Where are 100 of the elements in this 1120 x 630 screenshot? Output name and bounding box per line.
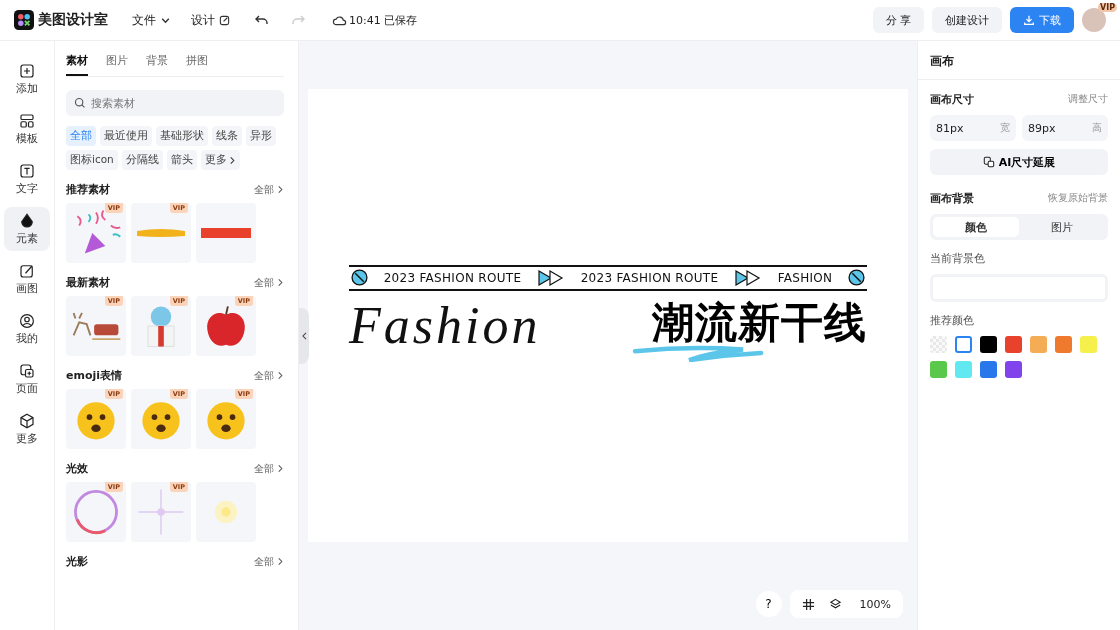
ribbon-text: 2023 FASHION ROUTE <box>580 270 719 285</box>
panel-title: 画布 <box>918 41 1120 80</box>
see-all-link[interactable]: 全部 <box>254 368 284 383</box>
sidebar-item[interactable]: 元素 <box>4 207 50 251</box>
ai-extend-button[interactable]: AI尺寸延展 <box>930 149 1108 175</box>
field-unit: 高 <box>1092 121 1102 135</box>
sidebar-item[interactable]: 添加 <box>4 57 50 101</box>
color-swatch[interactable] <box>980 361 997 378</box>
user-icon <box>18 312 36 330</box>
zoom-level[interactable]: 100% <box>859 597 891 611</box>
color-swatch[interactable] <box>1055 336 1072 353</box>
asset-thumbnail[interactable] <box>196 482 256 542</box>
search-field[interactable]: 搜索素材 <box>66 90 284 116</box>
vip-badge: VIP <box>1097 3 1117 12</box>
sidebar-label: 添加 <box>16 82 38 96</box>
section-title: 光效 <box>66 461 88 476</box>
height-field[interactable]: 89px 高 <box>1022 115 1108 141</box>
circle-slash-icon <box>848 269 865 287</box>
layers-icon[interactable] <box>828 597 842 611</box>
color-swatch[interactable] <box>980 336 997 353</box>
script-title: Fashion <box>349 296 541 355</box>
sidebar-item[interactable]: 文字 <box>4 157 50 201</box>
sidebar-label: 更多 <box>16 432 38 446</box>
sidebar-label: 文字 <box>16 182 38 196</box>
color-swatch[interactable] <box>1005 336 1022 353</box>
section-title: 画布尺寸 <box>930 92 974 107</box>
chevron-right-icon <box>277 557 284 566</box>
text-icon <box>18 162 36 180</box>
chevron-left-icon <box>301 331 307 340</box>
segment-tab[interactable]: 颜色 <box>933 217 1019 237</box>
sidebar-label: 我的 <box>16 332 38 346</box>
field-unit: 宽 <box>1000 121 1010 135</box>
see-all-link[interactable]: 全部 <box>254 275 284 290</box>
template-icon <box>18 112 36 130</box>
sidebar-item[interactable]: 模板 <box>4 107 50 151</box>
field-value: 89px <box>1028 121 1056 135</box>
filter-chip[interactable]: 箭头 <box>166 150 197 170</box>
header-button[interactable]: 分 享 <box>872 7 924 33</box>
resize-link[interactable]: 调整尺寸 <box>1068 93 1108 106</box>
filter-chip[interactable]: 异形 <box>246 126 276 146</box>
menu-button[interactable]: 设计 <box>191 11 230 29</box>
section-title: emoji表情 <box>66 368 123 383</box>
save-status: 10:41 已保存 <box>349 12 418 28</box>
width-field[interactable]: 81px 宽 <box>930 115 1016 141</box>
section-title: 最新素材 <box>66 275 110 290</box>
menu-button[interactable]: 文件 <box>132 11 171 29</box>
color-swatch[interactable] <box>930 361 947 378</box>
tab[interactable]: 素材 <box>66 49 88 76</box>
color-swatch[interactable] <box>1005 361 1022 378</box>
see-all-link[interactable]: 全部 <box>254 554 284 569</box>
help-button[interactable]: ? <box>755 591 782 617</box>
chevron-right-icon <box>277 278 284 287</box>
section-title: 画布背景 <box>930 191 974 206</box>
search-icon <box>74 97 86 109</box>
double-play-icon <box>537 269 565 286</box>
sidebar-item[interactable]: 画图 <box>4 257 50 301</box>
color-swatch[interactable] <box>1030 336 1047 353</box>
chevron-right-icon <box>277 371 284 380</box>
download-button[interactable]: 下载 <box>1010 7 1074 33</box>
color-swatch[interactable] <box>1080 336 1097 353</box>
field-label: 当前背景色 <box>930 252 986 266</box>
see-all-link[interactable]: 全部 <box>254 182 284 197</box>
tab[interactable]: 图片 <box>106 49 128 76</box>
page-icon <box>18 362 36 380</box>
ribbon-text: 2023 FASHION ROUTE <box>383 270 522 285</box>
ribbon-text: FASHION <box>777 270 833 285</box>
brush-stroke-drawing <box>137 229 185 237</box>
filter-chip[interactable]: 最近使用 <box>100 126 152 146</box>
filter-chip[interactable]: 更多 <box>200 150 240 170</box>
color-swatch[interactable] <box>955 336 972 353</box>
filter-chip[interactable]: 分隔线 <box>121 150 163 170</box>
section-title: 光影 <box>66 554 88 569</box>
filter-chip[interactable]: 基础形状 <box>156 126 208 146</box>
sidebar-item[interactable]: 更多 <box>4 407 50 451</box>
sidebar-label: 页面 <box>16 382 38 396</box>
filter-chip[interactable]: 图标icon <box>66 150 118 170</box>
collapse-panel-button[interactable] <box>299 307 309 364</box>
restore-background-link[interactable]: 恢复原始背景 <box>1048 192 1108 205</box>
tab[interactable]: 拼图 <box>186 49 208 76</box>
headline-text: 潮流新干线 <box>652 301 867 344</box>
avatar[interactable] <box>1082 8 1106 32</box>
filter-chip[interactable]: 线条 <box>212 126 242 146</box>
sidebar-item[interactable]: 我的 <box>4 307 50 351</box>
see-all-link[interactable]: 全部 <box>254 461 284 476</box>
sidebar-item[interactable]: 页面 <box>4 357 50 401</box>
field-label: 推荐颜色 <box>930 314 975 328</box>
section-title: 推荐素材 <box>66 182 110 197</box>
double-play-icon <box>733 269 762 286</box>
tab[interactable]: 背景 <box>146 49 168 76</box>
segment-tab[interactable]: 图片 <box>1019 217 1105 237</box>
color-swatch[interactable] <box>955 361 972 378</box>
grid-icon[interactable] <box>801 597 815 611</box>
asset-thumbnail[interactable] <box>196 203 256 263</box>
field-value: 81px <box>936 121 964 135</box>
app-logo-icon <box>14 10 34 30</box>
chevron-right-icon <box>228 155 236 165</box>
sidebar-label: 画图 <box>16 282 38 296</box>
circle-slash-icon <box>351 269 368 287</box>
header-button[interactable]: 创建设计 <box>932 7 1002 33</box>
chevron-right-icon <box>277 185 284 194</box>
